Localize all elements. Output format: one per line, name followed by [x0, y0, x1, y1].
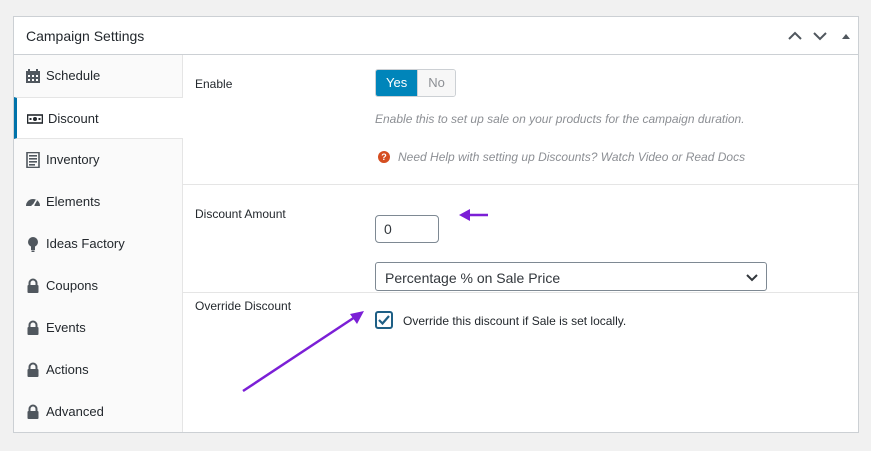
row-divider: [183, 184, 858, 185]
sidebar-item-label: Actions: [46, 362, 89, 377]
enable-label: Enable: [195, 77, 233, 91]
lock-icon: [25, 278, 41, 294]
campaign-settings-panel: Campaign Settings Schedule Discount Inve…: [13, 16, 859, 433]
settings-sidebar: Schedule Discount Inventory Elements Ide…: [14, 55, 183, 432]
lightbulb-icon: [25, 236, 41, 252]
sidebar-item-discount[interactable]: Discount: [14, 97, 183, 139]
discount-amount-input[interactable]: [375, 215, 439, 243]
dashboard-gauge-icon: [25, 194, 41, 210]
sidebar-item-label: Advanced: [46, 404, 104, 419]
chevron-down-icon: [746, 271, 758, 282]
money-icon: [27, 111, 43, 127]
sidebar-item-coupons[interactable]: Coupons: [14, 265, 182, 307]
calendar-icon: [25, 68, 41, 84]
panel-title: Campaign Settings: [26, 28, 145, 44]
checkmark-icon: [378, 315, 390, 326]
sidebar-item-label: Inventory: [46, 152, 100, 167]
list-document-icon: [25, 152, 41, 168]
collapse-toggle-icon[interactable]: [837, 27, 855, 45]
enable-no-option[interactable]: No: [417, 70, 455, 96]
sidebar-item-advanced[interactable]: Advanced: [14, 391, 182, 433]
row-divider: [183, 292, 858, 293]
sidebar-item-label: Events: [46, 320, 86, 335]
override-discount-label: Override Discount: [195, 299, 292, 313]
panel-header: Campaign Settings: [14, 17, 858, 55]
enable-yes-option[interactable]: Yes: [376, 70, 418, 96]
discount-amount-label: Discount Amount: [195, 207, 286, 221]
sidebar-item-inventory[interactable]: Inventory: [14, 139, 182, 181]
sidebar-item-elements[interactable]: Elements: [14, 181, 182, 223]
lock-icon: [25, 362, 41, 378]
sidebar-item-schedule[interactable]: Schedule: [14, 55, 182, 97]
lock-icon: [25, 320, 41, 336]
chevron-up-icon[interactable]: [786, 27, 804, 45]
sidebar-item-label: Coupons: [46, 278, 99, 293]
sidebar-item-ideas-factory[interactable]: Ideas Factory: [14, 223, 182, 265]
sidebar-item-actions[interactable]: Actions: [14, 349, 182, 391]
enable-toggle[interactable]: Yes No: [375, 69, 456, 97]
sidebar-item-events[interactable]: Events: [14, 307, 182, 349]
sidebar-item-label: Schedule: [46, 68, 101, 83]
help-link-text[interactable]: Need Help with setting up Discounts? Wat…: [398, 150, 745, 164]
sidebar-item-label: Ideas Factory: [46, 236, 125, 251]
override-discount-checkbox[interactable]: [375, 311, 393, 329]
chevron-down-icon[interactable]: [811, 27, 829, 45]
sidebar-item-label: Elements: [46, 194, 101, 209]
override-checkbox-label: Override this discount if Sale is set lo…: [403, 314, 627, 328]
lock-icon: [25, 404, 41, 420]
discount-type-select[interactable]: Percentage % on Sale Price: [375, 262, 767, 291]
sidebar-item-label: Discount: [48, 111, 99, 126]
help-icon: ?: [378, 151, 390, 163]
enable-description: Enable this to set up sale on your produ…: [375, 112, 745, 126]
discount-type-value: Percentage % on Sale Price: [385, 270, 561, 286]
settings-content: Enable Yes No Enable this to set up sale…: [183, 55, 858, 432]
